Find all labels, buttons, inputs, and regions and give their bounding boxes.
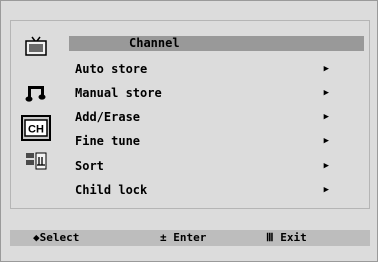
menu-item-sort[interactable]: Sort ▶ (75, 158, 335, 174)
footer-select: ◆Select (33, 230, 79, 246)
footer-enter: ± Enter (160, 230, 206, 246)
menu-item-label: Fine tune (75, 134, 141, 148)
menu-item-add-erase[interactable]: Add/Erase ▶ (75, 109, 335, 125)
menu-title: Channel (129, 36, 180, 50)
menu-exit-icon: Ⅲ (266, 231, 274, 244)
updown-icon: ◆ (33, 231, 40, 244)
menu-item-fine-tune[interactable]: Fine tune ▶ (75, 133, 335, 149)
setup-icon[interactable] (21, 148, 51, 174)
svg-text:CH: CH (28, 124, 44, 136)
menu-item-child-lock[interactable]: Child lock ▶ (75, 182, 335, 198)
menu-item-label: Sort (75, 159, 104, 173)
menu-item-label: Auto store (75, 62, 148, 76)
footer-enter-label: Enter (173, 231, 207, 244)
footer-exit-label: Exit (280, 231, 307, 244)
arrow-right-icon: ▶ (323, 112, 329, 122)
menu-item-auto-store[interactable]: Auto store ▶ (75, 61, 335, 77)
menu-item-manual-store[interactable]: Manual store ▶ (75, 85, 335, 101)
menu-title-bar: Channel (69, 36, 364, 51)
plus-minus-icon: ± (160, 231, 167, 244)
arrow-right-icon: ▶ (323, 161, 329, 171)
channel-menu-panel: CH Channel Auto store ▶ Manual store ▶ A… (10, 20, 370, 209)
menu-icon-column: CH (11, 21, 62, 208)
menu-item-label: Child lock (75, 183, 148, 197)
footer-help-bar: ◆Select ± Enter Ⅲ Exit (10, 230, 370, 246)
arrow-right-icon: ▶ (323, 88, 329, 98)
tv-osd-screen: CH Channel Auto store ▶ Manual store ▶ A… (0, 0, 378, 262)
arrow-right-icon: ▶ (323, 185, 329, 195)
footer-select-label: Select (39, 231, 80, 244)
menu-item-label: Add/Erase (75, 110, 141, 124)
sound-note-icon[interactable] (21, 80, 51, 106)
footer-exit: Ⅲ Exit (266, 230, 307, 246)
menu-item-label: Manual store (75, 86, 162, 100)
arrow-right-icon: ▶ (323, 136, 329, 146)
tv-picture-icon[interactable] (21, 33, 51, 59)
channel-icon[interactable]: CH (21, 115, 51, 141)
arrow-right-icon: ▶ (323, 64, 329, 74)
